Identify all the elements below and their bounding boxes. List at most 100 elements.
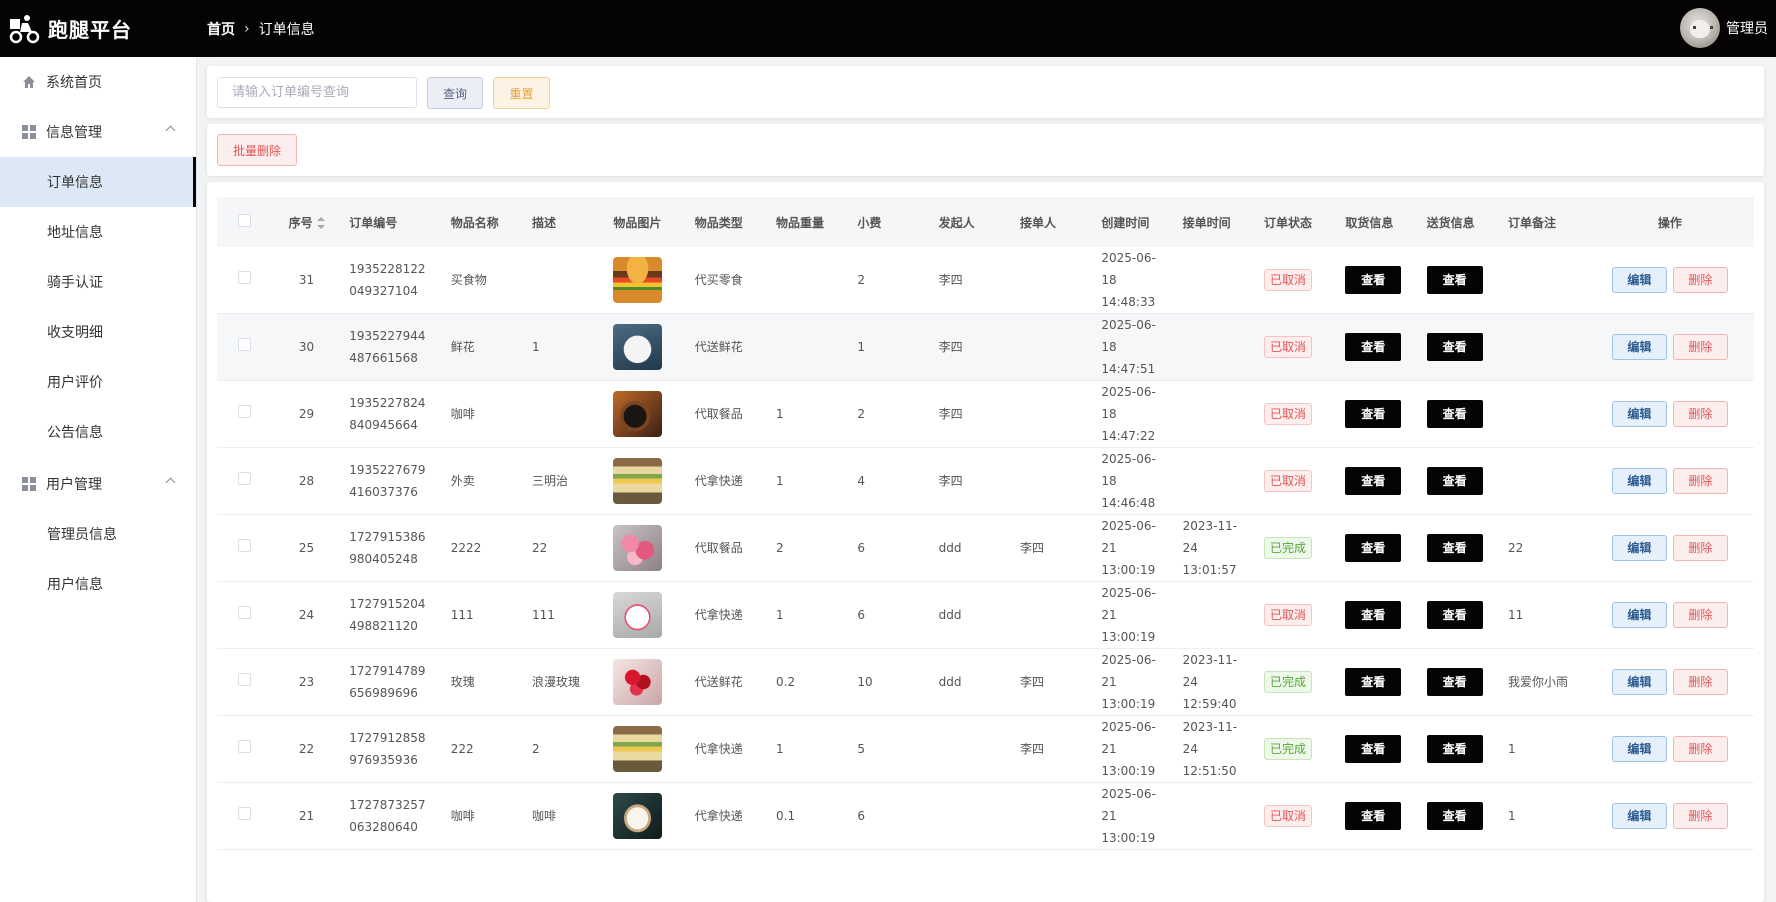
user-name[interactable]: 管理员 [1726,18,1768,38]
delete-button[interactable]: 删除 [1672,535,1728,561]
delete-button[interactable]: 删除 [1672,803,1728,829]
edit-button[interactable]: 编辑 [1611,736,1667,762]
item-name: 鲜花 [450,340,475,354]
item-image[interactable] [613,726,663,772]
col-header-type: 物品类型 [686,197,769,247]
cell-taker [1012,380,1094,448]
user-menu[interactable]: 管理员 [1680,8,1768,48]
view-pickup-button[interactable]: 查看 [1345,266,1402,294]
item-image[interactable] [613,458,663,504]
sidebar-item-rider-cert[interactable]: 骑手认证 [0,257,196,307]
row-checkbox[interactable] [237,673,251,686]
edit-button[interactable]: 编辑 [1611,535,1667,561]
logo[interactable]: 跑腿平台 [0,0,197,57]
avatar[interactable] [1680,8,1720,48]
view-pickup-button[interactable]: 查看 [1345,735,1402,763]
cell-created: 2025-06-21 13:00:19 [1093,782,1175,850]
view-delivery-button[interactable]: 查看 [1426,266,1483,294]
table-row[interactable]: 22 1727912858 976935936 222 2 代拿快递 1 5 李四 2025-06… [217,715,1754,783]
order-search-input[interactable] [217,77,417,108]
view-pickup-button[interactable]: 查看 [1345,802,1402,830]
edit-button[interactable]: 编辑 [1611,401,1667,427]
sidebar-group-users[interactable]: 用户管理 [0,459,196,509]
edit-button[interactable]: 编辑 [1611,803,1667,829]
sidebar-item-notices[interactable]: 公告信息 [0,407,196,457]
col-header-image: 物品图片 [605,197,687,247]
sidebar-item-users[interactable]: 用户信息 [0,559,196,609]
table-row[interactable]: 25 1727915386 980405248 2222 22 代取餐品 2 6 ddd 李四 20… [217,514,1754,582]
row-checkbox[interactable] [237,472,251,485]
row-checkbox[interactable] [237,606,251,619]
edit-button[interactable]: 编辑 [1611,669,1667,695]
view-pickup-button[interactable]: 查看 [1345,467,1402,495]
row-checkbox[interactable] [237,271,251,284]
view-delivery-button[interactable]: 查看 [1426,802,1483,830]
row-checkbox[interactable] [237,807,251,820]
cell-type: 代取餐品 [686,380,769,448]
cell-id: 22 [271,715,342,783]
breadcrumb-home[interactable]: 首页 [207,19,235,39]
row-checkbox[interactable] [237,405,251,418]
item-image[interactable] [613,793,663,839]
delete-button[interactable]: 删除 [1672,401,1728,427]
batch-delete-button[interactable]: 批量删除 [217,134,297,166]
view-pickup-button[interactable]: 查看 [1345,534,1402,562]
edit-button[interactable]: 编辑 [1611,602,1667,628]
item-image[interactable] [613,391,663,437]
sidebar-item-home[interactable]: 系统首页 [0,57,196,107]
sidebar-item-admins[interactable]: 管理员信息 [0,509,196,559]
view-delivery-button[interactable]: 查看 [1426,601,1483,629]
home-icon [23,76,35,88]
sidebar-item-address[interactable]: 地址信息 [0,207,196,257]
table-row[interactable]: 23 1727914789 656989696 玫瑰 浪漫玫瑰 代送鲜花 0.2 10 ddd 李… [217,648,1754,716]
table-row[interactable]: 28 1935227679 416037376 外卖 三明治 代拿快递 1 4 李四 2025-0… [217,447,1754,515]
edit-button[interactable]: 编辑 [1611,468,1667,494]
view-delivery-button[interactable]: 查看 [1426,668,1483,696]
view-delivery-button[interactable]: 查看 [1426,467,1483,495]
row-checkbox[interactable] [237,539,251,552]
col-header-id[interactable]: 序号 [271,197,342,247]
sidebar-item-orders[interactable]: 订单信息 [0,157,196,207]
item-image[interactable] [613,257,663,303]
edit-button[interactable]: 编辑 [1611,267,1667,293]
delete-button[interactable]: 删除 [1672,468,1728,494]
select-all-checkbox[interactable] [237,214,251,227]
item-image[interactable] [613,525,663,571]
row-checkbox[interactable] [237,740,251,753]
cell-actions: 编辑 删除 [1585,313,1754,381]
view-delivery-button[interactable]: 查看 [1426,333,1483,361]
item-image[interactable] [613,659,663,705]
item-image[interactable] [613,324,663,370]
sort-icon[interactable] [316,217,325,229]
table-row[interactable]: 31 1935228122 049327104 买食物 代买零食 2 李四 2025-06-1… [217,247,1754,314]
view-pickup-button[interactable]: 查看 [1345,400,1402,428]
view-pickup-button[interactable]: 查看 [1345,601,1402,629]
table-row[interactable]: 24 1727915204 498821120 111 111 代拿快递 1 6 ddd 2025… [217,581,1754,649]
row-checkbox[interactable] [237,338,251,351]
sidebar-item-finance[interactable]: 收支明细 [0,307,196,357]
table-row[interactable]: 29 1935227824 840945664 咖啡 代取餐品 1 2 李四 2025-06-1… [217,380,1754,448]
view-delivery-button[interactable]: 查看 [1426,735,1483,763]
sidebar-item-reviews[interactable]: 用户评价 [0,357,196,407]
table-row[interactable]: 30 1935227944 487661568 鲜花 1 代送鲜花 1 李四 2025-06-1… [217,313,1754,381]
delete-button[interactable]: 删除 [1672,334,1728,360]
delete-button[interactable]: 删除 [1672,669,1728,695]
reset-button[interactable]: 重置 [493,77,550,109]
item-image[interactable] [613,592,663,638]
delete-button[interactable]: 删除 [1672,736,1728,762]
delete-button[interactable]: 删除 [1672,267,1728,293]
cell-type: 代拿快递 [686,447,769,515]
table-row[interactable]: 21 1727873257 063280640 咖啡 咖啡 代拿快递 0.1 6 2025-06… [217,782,1754,850]
view-delivery-button[interactable]: 查看 [1426,534,1483,562]
sidebar-group-info[interactable]: 信息管理 [0,107,196,157]
view-delivery-button[interactable]: 查看 [1426,400,1483,428]
order-creator: 李四 [938,273,963,287]
query-button[interactable]: 查询 [427,77,483,109]
view-pickup-button[interactable]: 查看 [1345,668,1402,696]
cell-status: 已取消 [1255,782,1338,850]
cell-type: 代买零食 [686,247,769,314]
view-pickup-button[interactable]: 查看 [1345,333,1402,361]
delete-button[interactable]: 删除 [1672,602,1728,628]
item-tip: 6 [857,809,865,823]
edit-button[interactable]: 编辑 [1611,334,1667,360]
